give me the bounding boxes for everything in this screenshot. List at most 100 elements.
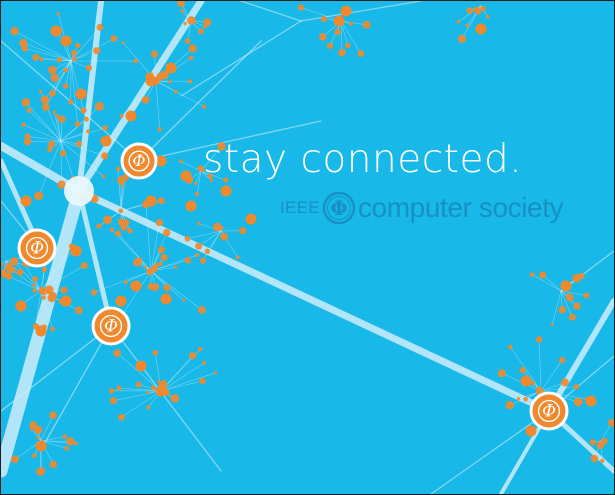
network-node — [202, 360, 207, 365]
network-node — [32, 288, 37, 293]
network-link — [40, 436, 66, 442]
network-node — [519, 367, 526, 374]
network-node — [466, 7, 474, 14]
network-node — [96, 223, 102, 229]
network-link — [45, 325, 112, 442]
network-node — [573, 302, 581, 310]
network-link — [155, 80, 160, 130]
network-node — [41, 295, 46, 300]
network-node — [119, 114, 124, 118]
network-node — [103, 215, 112, 225]
network-link — [150, 270, 203, 311]
network-node — [36, 467, 45, 476]
phi-badge-icon: Φ — [529, 391, 569, 431]
network-node — [115, 166, 121, 172]
network-node — [550, 323, 554, 327]
network-node — [479, 5, 486, 12]
network-link — [240, 1, 302, 22]
network-link — [117, 168, 122, 212]
network-node — [141, 95, 150, 104]
network-node — [60, 35, 72, 47]
network-node — [62, 83, 69, 89]
network-node — [63, 67, 69, 73]
network-node — [505, 401, 515, 410]
network-node — [220, 185, 232, 197]
network-node — [157, 246, 165, 254]
network-node — [123, 219, 130, 226]
network-node — [184, 257, 192, 264]
network-node — [50, 326, 56, 332]
network-link — [1, 325, 112, 412]
network-node — [162, 228, 171, 237]
phi-badge-icon: Φ — [120, 142, 158, 180]
network-node — [147, 283, 155, 290]
network-node — [589, 439, 596, 446]
network-node — [115, 230, 122, 237]
network-node — [90, 289, 98, 296]
network-node — [585, 395, 597, 407]
network-node — [57, 180, 66, 189]
network-node — [184, 235, 191, 242]
network-node — [197, 306, 206, 314]
network-node — [362, 20, 371, 29]
network-node — [601, 437, 608, 445]
network-node — [116, 385, 122, 391]
network-link — [145, 204, 152, 272]
network-node — [565, 293, 574, 302]
network-node — [357, 50, 365, 57]
network-node — [333, 15, 345, 27]
network-node — [457, 34, 467, 44]
network-node — [71, 56, 77, 62]
network-node — [199, 377, 206, 385]
network-node — [52, 110, 56, 114]
network-link — [40, 414, 54, 442]
network-node — [318, 33, 327, 41]
network-node — [21, 122, 26, 128]
network-node — [48, 65, 57, 75]
network-node — [525, 425, 537, 437]
network-node — [8, 266, 16, 274]
network-node — [9, 257, 19, 266]
network-node — [5, 272, 13, 280]
network-node — [101, 152, 109, 160]
network-node — [19, 38, 28, 48]
network-node — [38, 288, 45, 294]
network-node — [152, 349, 159, 356]
network-node — [74, 121, 81, 127]
network-node — [38, 89, 43, 94]
network-link — [24, 47, 72, 62]
network-node — [62, 434, 68, 439]
phi-seal-icon: Φ — [322, 191, 356, 225]
network-node — [59, 150, 67, 157]
network-node — [64, 445, 70, 451]
network-node — [558, 356, 566, 364]
network-node — [150, 265, 158, 273]
network-node — [507, 344, 513, 350]
network-node — [123, 280, 128, 285]
network-node — [75, 88, 87, 100]
network-node — [133, 58, 138, 64]
network-node — [520, 375, 532, 387]
network-node — [56, 12, 60, 16]
network-node — [578, 272, 585, 280]
network-node — [150, 50, 159, 58]
network-node — [34, 425, 43, 435]
network-node — [24, 133, 31, 140]
network-node — [93, 47, 101, 55]
network-node — [158, 261, 163, 266]
network-node — [536, 386, 542, 392]
network-node — [113, 349, 121, 357]
network-node — [75, 42, 81, 49]
network-node — [110, 35, 118, 43]
network-node — [573, 397, 583, 407]
network-node — [334, 28, 341, 36]
network-node — [20, 195, 32, 207]
network-node — [94, 101, 104, 111]
network-node — [188, 55, 194, 61]
phi-badge-icon: Φ — [91, 306, 131, 346]
network-node — [160, 293, 172, 305]
network-node — [15, 300, 27, 312]
network-node — [297, 4, 305, 11]
network-node — [157, 197, 165, 205]
network-link — [76, 188, 114, 329]
